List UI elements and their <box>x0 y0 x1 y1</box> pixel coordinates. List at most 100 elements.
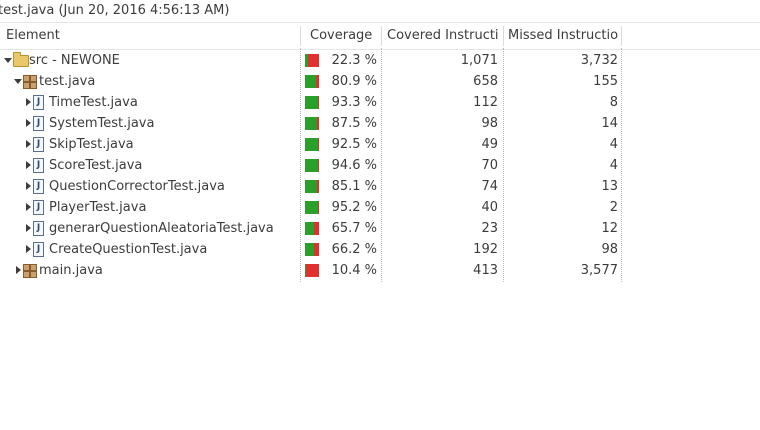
column-header-element[interactable]: Element <box>6 23 296 49</box>
covered-instructions: 658 <box>473 74 498 89</box>
coverage-bar-missed <box>318 96 319 109</box>
coverage-bar-missed <box>317 117 319 130</box>
table-row[interactable]: main.java 10.4 % 413 3,577 <box>0 260 760 281</box>
java-file-icon: J <box>33 221 44 236</box>
collapse-arrow-right-icon[interactable] <box>13 260 23 281</box>
missed-instructions: 155 <box>593 74 618 89</box>
column-divider[interactable] <box>381 26 382 46</box>
coverage-percent: 94.6 % <box>331 158 377 173</box>
expand-arrow-down-icon[interactable] <box>3 50 13 71</box>
package-icon <box>23 75 37 89</box>
coverage-bar-covered <box>305 243 314 256</box>
coverage-bar <box>305 138 319 151</box>
column-header-missed-instructions[interactable]: Missed Instructio <box>508 23 620 49</box>
coverage-bar-covered <box>305 75 316 88</box>
coverage-bar-missed <box>316 75 319 88</box>
coverage-bar <box>305 96 319 109</box>
coverage-bar-missed <box>314 243 319 256</box>
coverage-percent: 93.3 % <box>331 95 377 110</box>
element-name: TimeTest.java <box>49 95 138 110</box>
covered-instructions: 1,071 <box>460 53 498 68</box>
column-grid-line <box>381 48 382 282</box>
coverage-percent: 87.5 % <box>331 116 377 131</box>
coverage-percent: 22.3 % <box>331 53 377 68</box>
coverage-bar-covered <box>305 201 318 214</box>
table-row[interactable]: test.java 80.9 % 658 155 <box>0 71 760 92</box>
element-name: test.java <box>39 74 96 89</box>
table-row[interactable]: J ScoreTest.java 94.6 % 70 4 <box>0 155 760 176</box>
coverage-bar <box>305 180 319 193</box>
table-row[interactable]: JgenerarQuestionAleatoriaTest.java 65.7 %… <box>0 218 760 239</box>
element-name: ScoreTest.java <box>49 158 143 173</box>
column-grid-line <box>621 48 622 282</box>
table-row[interactable]: J PlayerTest.java 95.2 % 40 2 <box>0 197 760 218</box>
element-name: main.java <box>39 263 103 278</box>
java-file-icon: J <box>33 116 44 131</box>
covered-instructions: 74 <box>481 179 498 194</box>
missed-instructions: 3,577 <box>580 263 618 278</box>
table-row[interactable]: J SkipTest.java 92.5 % 49 4 <box>0 134 760 155</box>
table-row[interactable]: J TimeTest.java 93.3 % 112 8 <box>0 92 760 113</box>
java-file-icon: J <box>33 95 44 110</box>
missed-instructions: 13 <box>601 179 618 194</box>
column-header-covered-instructions[interactable]: Covered Instructi <box>387 23 502 49</box>
column-divider[interactable] <box>621 26 622 46</box>
coverage-bar-missed <box>314 222 319 235</box>
covered-instructions: 413 <box>473 263 498 278</box>
missed-instructions: 12 <box>601 221 618 236</box>
source-folder-icon <box>13 52 29 67</box>
java-file-icon: J <box>33 242 44 257</box>
collapse-arrow-right-icon[interactable] <box>23 155 33 176</box>
column-divider[interactable] <box>503 26 504 46</box>
column-header-coverage[interactable]: Coverage <box>310 23 380 49</box>
missed-instructions: 14 <box>601 116 618 131</box>
covered-instructions: 70 <box>481 158 498 173</box>
element-name: generarQuestionAleatoriaTest.java <box>49 221 274 236</box>
table-row[interactable]: J CreateQuestionTest.java 66.2 % 192 98 <box>0 239 760 260</box>
coverage-bar-missed <box>318 159 319 172</box>
expand-arrow-down-icon[interactable] <box>13 71 23 92</box>
missed-instructions: 4 <box>609 158 618 173</box>
collapse-arrow-right-icon[interactable] <box>23 113 33 134</box>
missed-instructions: 98 <box>601 242 618 257</box>
column-divider[interactable] <box>300 26 301 46</box>
element-name: src - NEWONE <box>29 53 120 68</box>
java-file-icon: J <box>33 137 44 152</box>
coverage-bar-covered <box>305 222 314 235</box>
table-row[interactable]: J SystemTest.java 87.5 % 98 14 <box>0 113 760 134</box>
collapse-arrow-right-icon[interactable] <box>23 197 33 218</box>
element-name: SystemTest.java <box>49 116 155 131</box>
collapse-arrow-right-icon[interactable] <box>23 239 33 260</box>
element-name: QuestionCorrectorTest.java <box>49 179 225 194</box>
coverage-bar <box>305 54 319 67</box>
java-file-icon: J <box>33 179 44 194</box>
coverage-table: Element Coverage Covered Instructi Misse… <box>0 22 760 281</box>
java-file-icon: J <box>33 158 44 173</box>
coverage-bar <box>305 222 319 235</box>
element-name: CreateQuestionTest.java <box>49 242 208 257</box>
coverage-percent: 66.2 % <box>331 242 377 257</box>
collapse-arrow-right-icon[interactable] <box>23 92 33 113</box>
missed-instructions: 3,732 <box>580 53 618 68</box>
covered-instructions: 40 <box>481 200 498 215</box>
collapse-arrow-right-icon[interactable] <box>23 176 33 197</box>
table-row[interactable]: J QuestionCorrectorTest.java 85.1 % 74 13 <box>0 176 760 197</box>
table-header: Element Coverage Covered Instructi Misse… <box>0 22 760 50</box>
covered-instructions: 23 <box>481 221 498 236</box>
collapse-arrow-right-icon[interactable] <box>23 134 33 155</box>
element-name: PlayerTest.java <box>49 200 147 215</box>
covered-instructions: 192 <box>473 242 498 257</box>
table-row[interactable]: src - NEWONE 22.3 % 1,071 3,732 <box>0 50 760 71</box>
missed-instructions: 4 <box>609 137 618 152</box>
collapse-arrow-right-icon[interactable] <box>23 218 33 239</box>
coverage-bar-missed <box>306 264 319 277</box>
session-title: test.java (Jun 20, 2016 4:56:13 AM) <box>0 3 230 18</box>
package-icon <box>23 264 37 278</box>
missed-instructions: 2 <box>609 200 618 215</box>
java-file-icon: J <box>33 200 44 215</box>
covered-instructions: 112 <box>473 95 498 110</box>
coverage-bar-missed <box>317 180 319 193</box>
covered-instructions: 49 <box>481 137 498 152</box>
coverage-bar-missed <box>318 201 319 214</box>
coverage-bar <box>305 243 319 256</box>
